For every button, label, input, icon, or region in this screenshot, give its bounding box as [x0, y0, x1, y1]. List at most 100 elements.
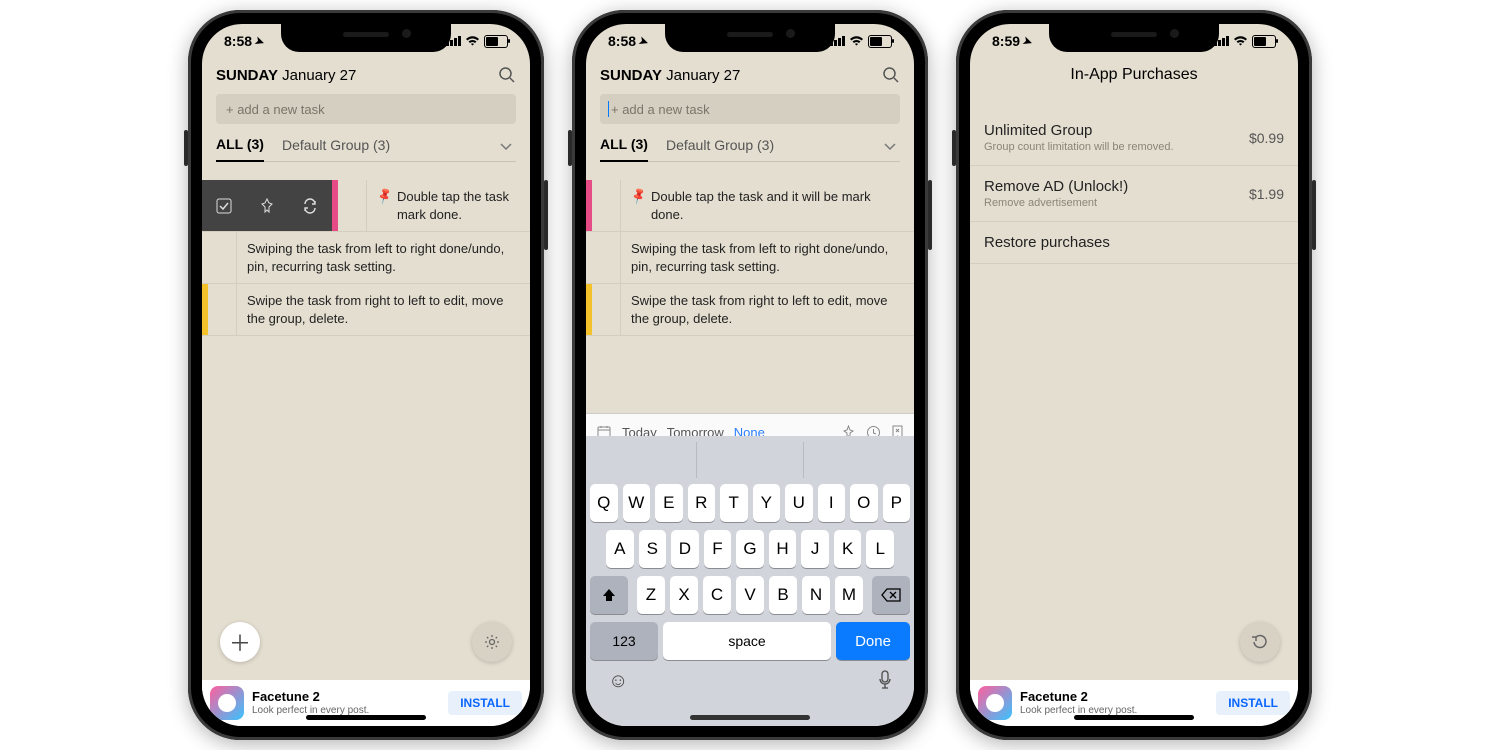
shift-key[interactable] [590, 576, 628, 614]
keyboard: QWERTYUIOP ASDFGHJKL ZXCVBNM 123 space D… [586, 436, 914, 726]
key-o[interactable]: O [850, 484, 878, 522]
task-row[interactable]: Swipe the task from right to left to edi… [586, 284, 914, 336]
key-p[interactable]: P [883, 484, 911, 522]
date-header: SUNDAY January 27 [216, 67, 356, 84]
chevron-down-icon[interactable] [498, 138, 514, 154]
key-v[interactable]: V [736, 576, 764, 614]
task-row[interactable]: Swiping the task from left to right done… [202, 232, 530, 284]
ad-title: Facetune 2 [252, 690, 440, 705]
key-q[interactable]: Q [590, 484, 618, 522]
location-icon: ➤ [1021, 33, 1034, 48]
checkbox-column[interactable] [208, 232, 237, 283]
undo-button[interactable] [1240, 622, 1280, 662]
swipe-actions [202, 180, 332, 231]
home-indicator[interactable] [1074, 715, 1194, 720]
key-x[interactable]: X [670, 576, 698, 614]
home-indicator[interactable] [306, 715, 426, 720]
key-e[interactable]: E [655, 484, 683, 522]
restore-label: Restore purchases [984, 234, 1110, 251]
key-k[interactable]: K [834, 530, 862, 568]
key-a[interactable]: A [606, 530, 634, 568]
task-row[interactable]: Swiping the task from left to right done… [586, 232, 914, 284]
key-g[interactable]: G [736, 530, 764, 568]
tab-all[interactable]: ALL (3) [216, 136, 264, 162]
text-cursor [608, 101, 609, 117]
phone-2: 8:58➤ SUNDAY January 27 + add a new task… [572, 10, 928, 740]
mic-key[interactable] [878, 670, 892, 693]
tab-default-group[interactable]: Default Group (3) [666, 137, 774, 161]
notch [281, 24, 451, 52]
delete-key[interactable] [872, 576, 910, 614]
iap-title: Unlimited Group [984, 122, 1174, 139]
battery-icon [1252, 35, 1276, 48]
key-b[interactable]: B [769, 576, 797, 614]
pin-icon[interactable] [257, 196, 277, 216]
checkbox-column[interactable] [208, 284, 237, 335]
key-f[interactable]: F [704, 530, 732, 568]
date-header: SUNDAY January 27 [600, 67, 740, 84]
ad-app-icon [210, 686, 244, 720]
settings-button[interactable] [472, 622, 512, 662]
key-i[interactable]: I [818, 484, 846, 522]
add-task-input[interactable]: + add a new task [600, 94, 900, 124]
battery-icon [868, 35, 892, 48]
install-button[interactable]: INSTALL [448, 691, 522, 715]
add-task-placeholder: + add a new task [611, 102, 710, 117]
checkbox-column[interactable] [592, 284, 621, 335]
chevron-down-icon[interactable] [882, 138, 898, 154]
install-button[interactable]: INSTALL [1216, 691, 1290, 715]
add-button[interactable]: ＋ [220, 622, 260, 662]
task-row[interactable]: Swipe the task from right to left to edi… [202, 284, 530, 336]
ad-app-icon [978, 686, 1012, 720]
search-icon[interactable] [882, 66, 900, 84]
tab-all[interactable]: ALL (3) [600, 136, 648, 162]
key-j[interactable]: J [801, 530, 829, 568]
location-icon: ➤ [253, 33, 266, 48]
status-time: 8:58 [224, 33, 252, 49]
notch [665, 24, 835, 52]
search-icon[interactable] [498, 66, 516, 84]
iap-price: $0.99 [1249, 130, 1284, 146]
checkbox-column[interactable] [592, 232, 621, 283]
location-icon: ➤ [637, 33, 650, 48]
checkbox-column[interactable] [592, 180, 621, 231]
checkbox-column[interactable] [338, 180, 367, 231]
notch [1049, 24, 1219, 52]
wifi-icon [465, 36, 480, 47]
key-y[interactable]: Y [753, 484, 781, 522]
task-row[interactable]: 📌Double tap the task mark done. [202, 180, 530, 232]
battery-icon [484, 35, 508, 48]
task-row[interactable]: 📌Double tap the task and it will be mark… [586, 180, 914, 232]
key-t[interactable]: T [720, 484, 748, 522]
key-d[interactable]: D [671, 530, 699, 568]
key-n[interactable]: N [802, 576, 830, 614]
key-l[interactable]: L [866, 530, 894, 568]
iap-item[interactable]: Remove AD (Unlock!) Remove advertisement… [970, 166, 1298, 222]
key-r[interactable]: R [688, 484, 716, 522]
recurring-icon[interactable] [300, 196, 320, 216]
key-u[interactable]: U [785, 484, 813, 522]
iap-item[interactable]: Unlimited Group Group count limitation w… [970, 110, 1298, 166]
home-indicator[interactable] [690, 715, 810, 720]
numeric-key[interactable]: 123 [590, 622, 658, 660]
add-task-input[interactable]: + add a new task [216, 94, 516, 124]
iap-title: Remove AD (Unlock!) [984, 178, 1128, 195]
task-text: Swipe the task from right to left to edi… [247, 292, 520, 327]
key-c[interactable]: C [703, 576, 731, 614]
wifi-icon [1233, 36, 1248, 47]
suggestion-bar[interactable] [590, 442, 910, 478]
restore-purchases[interactable]: Restore purchases [970, 222, 1298, 264]
phone-3: 8:59➤ In-App Purchases Unlimited Group G… [956, 10, 1312, 740]
pin-icon: 📌 [628, 185, 649, 206]
key-z[interactable]: Z [637, 576, 665, 614]
key-h[interactable]: H [769, 530, 797, 568]
key-m[interactable]: M [835, 576, 863, 614]
tab-default-group[interactable]: Default Group (3) [282, 137, 390, 161]
key-s[interactable]: S [639, 530, 667, 568]
iap-subtitle: Group count limitation will be removed. [984, 141, 1174, 153]
key-w[interactable]: W [623, 484, 651, 522]
done-icon[interactable] [214, 196, 234, 216]
space-key[interactable]: space [663, 622, 831, 660]
done-key[interactable]: Done [836, 622, 910, 660]
emoji-key[interactable]: ☺ [608, 670, 628, 693]
